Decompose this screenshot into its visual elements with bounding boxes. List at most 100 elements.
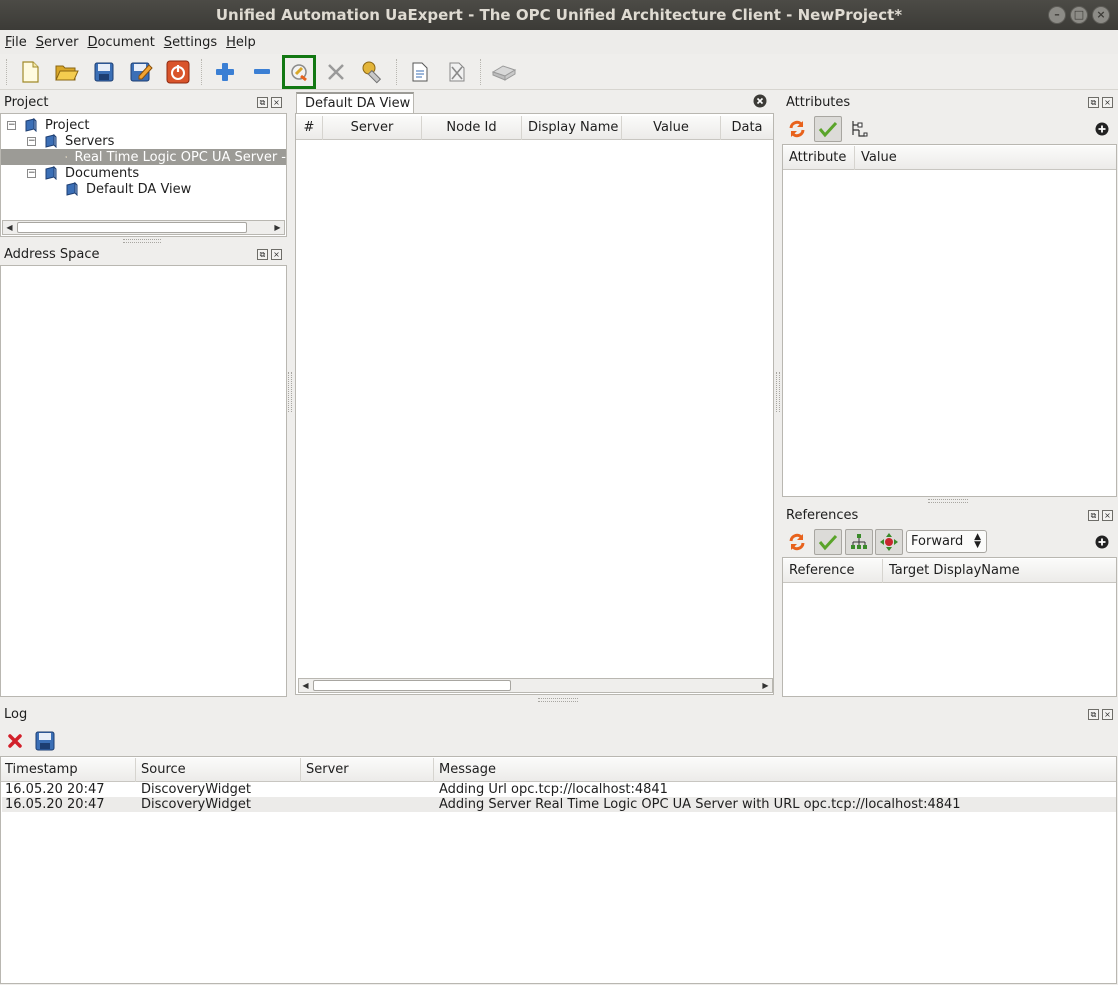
float-panel-button[interactable]: ⧉ (257, 97, 268, 108)
save-project-button[interactable] (88, 56, 120, 88)
references-refresh-button[interactable] (783, 529, 811, 555)
collapse-icon[interactable]: − (7, 120, 16, 130)
float-panel-button[interactable]: ⧉ (1088, 97, 1099, 108)
collapse-icon[interactable]: − (27, 136, 36, 146)
save-icon (35, 731, 55, 751)
folder-icon (45, 166, 57, 180)
close-window-button[interactable]: × (1092, 6, 1110, 24)
connect-server-button[interactable] (282, 54, 316, 89)
tree-item-servers[interactable]: − Servers (27, 133, 114, 149)
scroll-thumb[interactable] (313, 680, 511, 691)
close-panel-button[interactable]: × (271, 249, 282, 260)
save-log-button[interactable] (31, 728, 59, 754)
add-document-button[interactable] (404, 56, 436, 88)
log-row[interactable]: 16.05.20 20:47 DiscoveryWidget Adding Ur… (2, 782, 1116, 797)
menu-settings[interactable]: Settings (161, 35, 223, 50)
project-panel-buttons: ⧉ × (257, 97, 282, 108)
float-panel-button[interactable]: ⧉ (257, 249, 268, 260)
add-icon[interactable] (1095, 535, 1109, 549)
splitter-handle[interactable] (288, 372, 292, 412)
close-panel-button[interactable]: × (1102, 510, 1113, 521)
column-header-display-name[interactable]: Display Name (522, 116, 622, 140)
tree-structure-icon (852, 121, 868, 137)
clear-log-button[interactable] (1, 728, 29, 754)
splitter-handle[interactable] (928, 499, 968, 503)
column-header-target-displayname[interactable]: Target DisplayName (883, 559, 1114, 583)
reference-direction-select[interactable]: Forward ▲ ▼ (906, 530, 987, 553)
add-icon[interactable] (1095, 122, 1109, 136)
remove-document-button[interactable] (441, 56, 473, 88)
menu-file[interactable]: File (2, 35, 33, 50)
tree-item-default-da-view[interactable]: Default DA View (65, 181, 191, 197)
window-titlebar: Unified Automation UaExpert - The OPC Un… (0, 0, 1118, 30)
disconnect-all-button[interactable] (162, 56, 194, 88)
column-header-attribute[interactable]: Attribute (783, 146, 855, 170)
connect-server-icon (291, 63, 307, 81)
attributes-tree-button[interactable] (845, 116, 873, 142)
menu-document[interactable]: Document (84, 35, 160, 50)
column-header-server[interactable]: Server (323, 116, 422, 140)
tab-default-da-view[interactable]: Default DA View (296, 92, 414, 114)
attributes-table: Attribute Value (782, 144, 1117, 497)
float-panel-button[interactable]: ⧉ (1088, 709, 1099, 720)
close-panel-button[interactable]: × (271, 97, 282, 108)
collapse-icon[interactable]: − (27, 168, 36, 178)
menu-server[interactable]: Server (33, 35, 85, 50)
maximize-button[interactable]: □ (1070, 6, 1088, 24)
scroll-left-icon[interactable]: ◀ (3, 221, 16, 234)
tree-item-server-rtl[interactable]: Real Time Logic OPC UA Server - (1, 149, 286, 165)
column-header-message[interactable]: Message (434, 758, 1116, 782)
log-row[interactable]: 16.05.20 20:47 DiscoveryWidget Adding Se… (2, 797, 1116, 812)
new-project-icon (22, 60, 39, 83)
menu-help[interactable]: Help (223, 35, 262, 50)
menu-bar: File Server Document Settings Help (0, 30, 1118, 54)
add-server-icon (216, 62, 234, 81)
add-server-button[interactable] (209, 56, 241, 88)
scroll-right-icon[interactable]: ▶ (759, 679, 772, 692)
column-header-value[interactable]: Value (855, 146, 1116, 170)
move-arrows-icon (880, 533, 898, 551)
close-tab-icon[interactable] (753, 94, 767, 108)
float-panel-button[interactable]: ⧉ (1088, 510, 1099, 521)
scroll-left-icon[interactable]: ◀ (299, 679, 312, 692)
column-header-data[interactable]: Data (721, 116, 773, 140)
open-project-button[interactable] (51, 56, 83, 88)
references-hierarchy-button[interactable] (845, 529, 873, 555)
disconnect-server-button[interactable] (320, 56, 352, 88)
attributes-refresh-button[interactable] (783, 116, 811, 142)
column-header-value[interactable]: Value (622, 116, 721, 140)
tree-item-project[interactable]: − Project (7, 117, 89, 133)
scroll-thumb[interactable] (17, 222, 247, 233)
remove-server-button[interactable] (246, 56, 278, 88)
remove-document-icon (449, 62, 465, 81)
column-header-source[interactable]: Source (136, 758, 301, 782)
tree-item-documents[interactable]: − Documents (27, 165, 139, 181)
server-settings-button[interactable] (357, 56, 389, 88)
splitter-handle[interactable] (776, 372, 780, 412)
log-panel-buttons: ⧉ × (1088, 709, 1113, 720)
splitter-handle[interactable] (538, 698, 578, 702)
server-disconnected-icon (65, 156, 68, 158)
hierarchy-icon (851, 534, 867, 549)
column-header-node-id[interactable]: Node Id (422, 116, 522, 140)
da-view-hscrollbar[interactable]: ◀ ▶ (298, 678, 773, 693)
column-header-server[interactable]: Server (301, 758, 434, 782)
log-panel-title: Log (4, 706, 28, 722)
close-panel-button[interactable]: × (1102, 97, 1113, 108)
attributes-auto-update-button[interactable] (814, 116, 842, 142)
column-header-index[interactable]: # (296, 116, 323, 140)
references-header: Reference Target DisplayName (783, 559, 1116, 583)
new-project-button[interactable] (14, 56, 46, 88)
minimize-button[interactable]: – (1048, 6, 1066, 24)
scroll-right-icon[interactable]: ▶ (271, 221, 284, 234)
column-header-reference[interactable]: Reference (783, 559, 883, 583)
project-hscrollbar[interactable]: ◀ ▶ (2, 220, 285, 235)
column-header-timestamp[interactable]: Timestamp (1, 758, 136, 782)
plugin-button[interactable] (488, 56, 520, 88)
save-as-button[interactable] (125, 56, 157, 88)
close-panel-button[interactable]: × (1102, 709, 1113, 720)
references-auto-update-button[interactable] (814, 529, 842, 555)
project-tree: − Project − Servers Real Time Logic OPC … (0, 113, 287, 237)
references-browse-button[interactable] (875, 529, 903, 555)
address-space-panel-title: Address Space (4, 246, 100, 262)
